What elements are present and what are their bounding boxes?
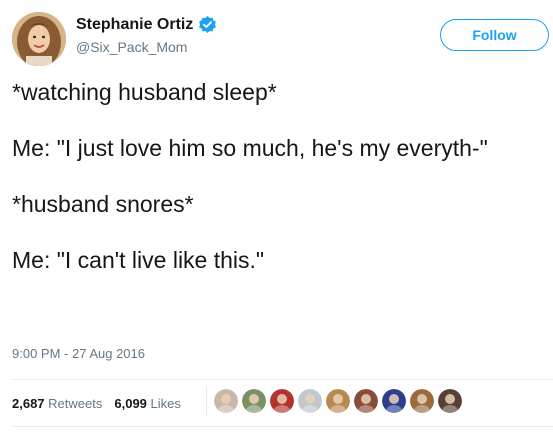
verified-badge-icon [199,15,217,34]
liker-avatar-4-icon[interactable] [298,389,322,413]
user-handle[interactable]: @Six_Pack_Mom [76,39,187,55]
divider [12,426,553,427]
likes-stat[interactable]: 6,099 Likes [114,396,181,411]
tweet-stats: 2,687 Retweets 6,099 Likes [12,396,193,411]
likes-count: 6,099 [114,396,147,411]
liker-avatars [214,389,466,413]
tweet-card: Stephanie Ortiz @Six_Pack_Mom Follow *wa… [0,0,553,433]
liker-avatar-8-icon[interactable] [410,389,434,413]
liker-avatar-9-icon[interactable] [438,389,462,413]
likes-label: Likes [150,396,181,411]
liker-avatar-2-icon[interactable] [242,389,266,413]
liker-avatar-5-icon[interactable] [326,389,350,413]
tweet-line: *husband snores* [12,191,194,217]
author-name-row: Stephanie Ortiz [76,15,217,34]
liker-avatar-7-icon[interactable] [382,389,406,413]
tweet-line: Me: "I just love him so much, he's my ev… [12,135,488,161]
follow-button[interactable]: Follow [440,19,549,51]
retweets-label: Retweets [48,396,103,411]
profile-photo-icon[interactable] [12,12,66,66]
tweet-line: *watching husband sleep* [12,79,277,105]
retweets-count: 2,687 [12,396,45,411]
stats-separator [206,386,207,416]
tweet-line: Me: "I can't live like this." [12,247,265,273]
display-name[interactable]: Stephanie Ortiz [76,16,193,34]
tweet-timestamp[interactable]: 9:00 PM - 27 Aug 2016 [12,346,145,361]
liker-avatar-1-icon[interactable] [214,389,238,413]
liker-avatar-3-icon[interactable] [270,389,294,413]
liker-avatar-6-icon[interactable] [354,389,378,413]
retweets-stat[interactable]: 2,687 Retweets [12,396,102,411]
tweet-text: *watching husband sleep* Me: "I just lov… [12,78,542,275]
divider [12,379,553,380]
